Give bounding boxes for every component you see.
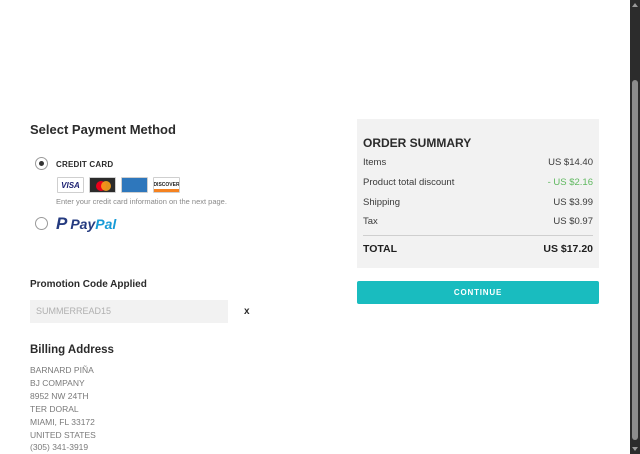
billing-line: BJ COMPANY — [30, 377, 85, 388]
summary-label: Items — [363, 157, 387, 168]
mastercard-logo — [89, 177, 116, 193]
scroll-down-arrow-icon[interactable] — [632, 447, 638, 451]
card-logos: VISA DISCOVER — [57, 177, 180, 193]
amex-logo — [121, 177, 148, 193]
paypal-wordmark: PayPal — [70, 215, 117, 232]
visa-logo-text: VISA — [61, 180, 80, 190]
total-label: TOTAL — [363, 243, 398, 255]
credit-card-radio[interactable] — [35, 157, 48, 170]
summary-value: - US $2.16 — [547, 177, 593, 188]
scrollbar-thumb[interactable] — [632, 80, 638, 440]
visa-logo: VISA — [57, 177, 84, 193]
promo-code-field[interactable]: SUMMERREAD15 — [30, 300, 228, 323]
summary-value: US $14.40 — [548, 157, 593, 168]
summary-divider — [363, 235, 593, 236]
credit-card-label[interactable]: CREDIT CARD — [56, 160, 113, 169]
paypal-icon: P — [56, 214, 68, 233]
scroll-up-arrow-icon[interactable] — [632, 3, 638, 7]
summary-label: Product total discount — [363, 177, 455, 188]
page-scrollbar[interactable] — [630, 0, 640, 454]
billing-line: UNITED STATES — [30, 429, 96, 440]
summary-row-shipping: Shipping US $3.99 — [363, 197, 593, 208]
summary-row-discount: Product total discount - US $2.16 — [363, 177, 593, 188]
summary-value: US $0.97 — [553, 216, 593, 227]
discover-logo-text: DISCOVER — [153, 182, 180, 188]
remove-promo-button[interactable]: x — [244, 306, 250, 317]
credit-card-note: Enter your credit card information on th… — [56, 197, 227, 206]
billing-address: BARNARD PIÑA BJ COMPANY 8952 NW 24TH TER… — [30, 364, 96, 454]
summary-label: Tax — [363, 216, 378, 227]
billing-line: TER DORAL — [30, 403, 79, 414]
paypal-logo[interactable]: P PayPal — [56, 215, 116, 232]
summary-row-total: TOTAL US $17.20 — [363, 243, 593, 255]
paypal-radio[interactable] — [35, 217, 48, 230]
billing-line: BARNARD PIÑA — [30, 365, 94, 375]
payment-method-title: Select Payment Method — [30, 122, 176, 137]
summary-row-items: Items US $14.40 — [363, 157, 593, 168]
summary-value: US $3.99 — [553, 197, 593, 208]
continue-button[interactable]: CONTINUE — [357, 281, 599, 304]
billing-address-title: Billing Address — [30, 344, 114, 356]
order-summary-title: ORDER SUMMARY — [363, 136, 472, 150]
order-summary: ORDER SUMMARY Items US $14.40 Product to… — [357, 119, 599, 268]
billing-line: (305) 341-3919 — [30, 442, 89, 453]
billing-line: MIAMI, FL 33172 — [30, 416, 95, 427]
discover-logo: DISCOVER — [153, 177, 180, 193]
summary-label: Shipping — [363, 197, 400, 208]
summary-row-tax: Tax US $0.97 — [363, 216, 593, 227]
total-value: US $17.20 — [543, 243, 593, 255]
billing-line: 8952 NW 24TH — [30, 390, 89, 401]
promo-title: Promotion Code Applied — [30, 279, 147, 290]
